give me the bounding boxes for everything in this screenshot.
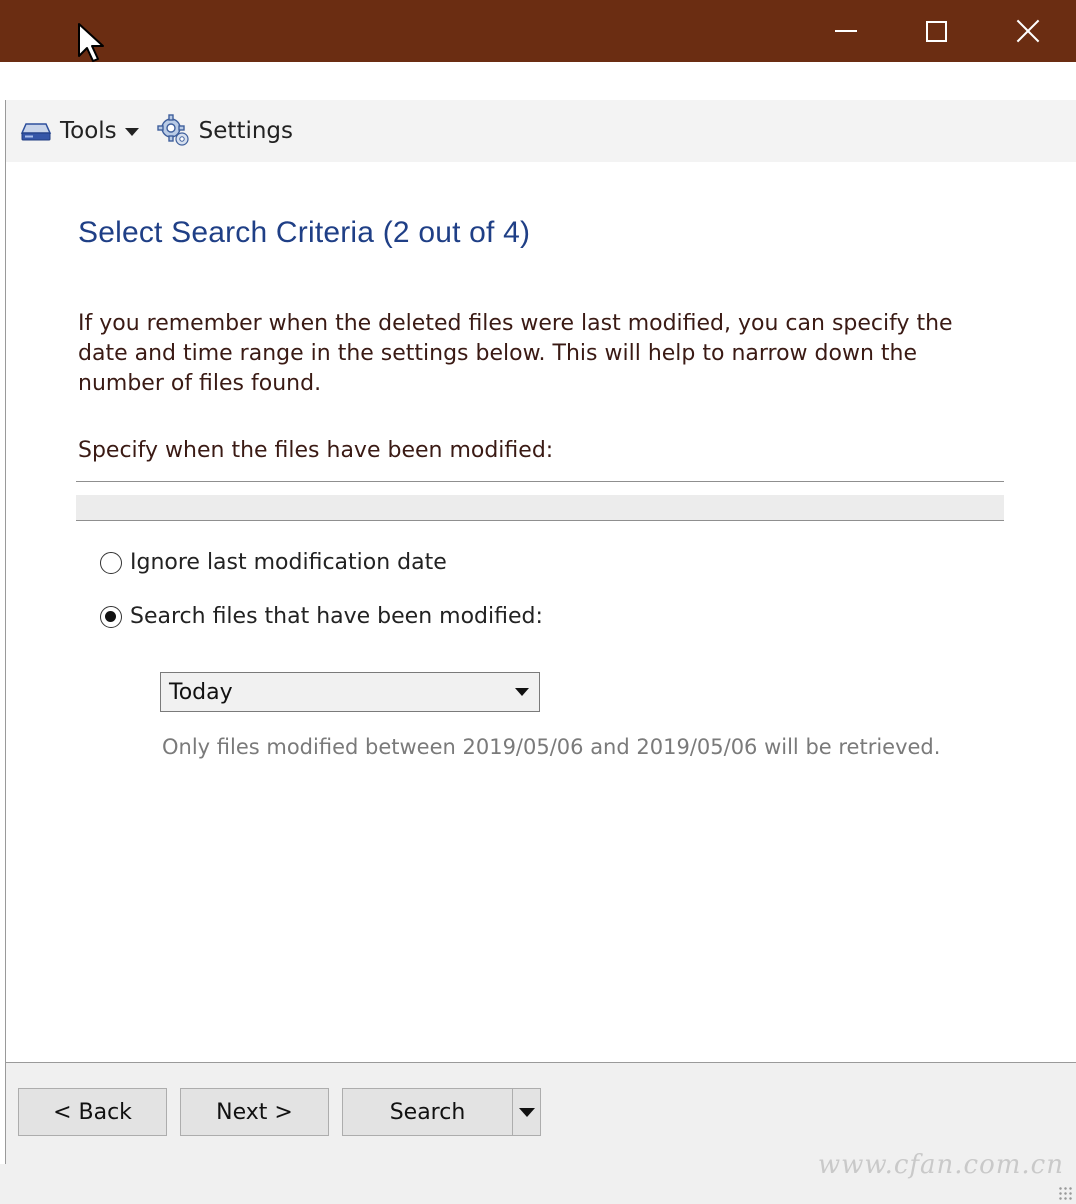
chevron-down-icon — [518, 1107, 535, 1117]
mouse-cursor-icon — [78, 23, 104, 62]
date-range-value: Today — [169, 679, 233, 705]
page-title: Select Search Criteria (2 out of 4) — [78, 216, 531, 249]
settings-label: Settings — [198, 118, 294, 144]
chevron-down-icon — [124, 128, 139, 136]
maximize-icon — [925, 20, 947, 42]
title-bar — [0, 0, 1076, 62]
chevron-down-icon — [515, 688, 529, 696]
minimize-button[interactable] — [800, 0, 892, 62]
date-range-info: Only files modified between 2019/05/06 a… — [162, 735, 941, 759]
radio-ignore-date[interactable] — [100, 551, 122, 574]
ignore-date-option[interactable]: Ignore last modification date — [100, 550, 447, 575]
minimize-icon — [835, 30, 857, 32]
search-dropdown-button[interactable] — [512, 1088, 541, 1136]
gear-icon — [156, 114, 189, 146]
radio-search-modified[interactable] — [100, 605, 122, 628]
drive-icon — [20, 123, 52, 141]
section-band — [76, 495, 1004, 520]
back-button[interactable]: < Back — [18, 1088, 167, 1136]
divider — [76, 481, 1004, 482]
search-modified-label: Search files that have been modified: — [130, 604, 543, 629]
close-icon — [1016, 19, 1040, 43]
description-text: If you remember when the deleted files w… — [78, 311, 953, 396]
next-button[interactable]: Next > — [180, 1088, 329, 1136]
search-button[interactable]: Search — [342, 1088, 513, 1136]
window-border — [5, 100, 6, 1164]
resize-grip[interactable] — [1058, 1186, 1072, 1200]
watermark: www.cfan.com.cn — [817, 1150, 1064, 1180]
tools-label: Tools — [60, 118, 117, 144]
tools-menu-button[interactable]: Tools — [20, 118, 139, 144]
toolbar: Tools Settings — [6, 100, 1076, 162]
divider — [76, 520, 1004, 521]
search-modified-option[interactable]: Search files that have been modified: — [100, 604, 543, 629]
specify-label: Specify when the files have been modifie… — [78, 438, 554, 463]
ignore-date-label: Ignore last modification date — [130, 550, 447, 575]
settings-button[interactable]: Settings — [156, 114, 294, 148]
close-button[interactable] — [982, 0, 1074, 62]
maximize-button[interactable] — [890, 0, 982, 62]
date-range-select[interactable]: Today — [160, 672, 540, 712]
